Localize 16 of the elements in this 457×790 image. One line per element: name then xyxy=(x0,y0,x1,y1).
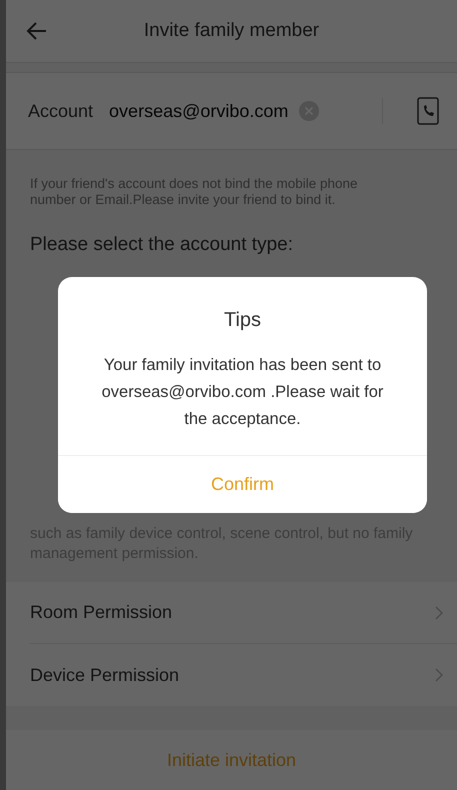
permission-label: Room Permission xyxy=(30,602,174,623)
permission-label: Device Permission xyxy=(30,664,180,686)
screen-title: Invite family member xyxy=(144,20,320,42)
dialog-message: Your family invitation has been sent to overseas@orvibo.com .Please wait for the acceptance. xyxy=(100,355,384,430)
account-input[interactable]: overseas@orvibo.com xyxy=(109,100,290,122)
back-arrow-icon[interactable] xyxy=(26,20,48,42)
confirm-button[interactable]: Confirm xyxy=(58,455,427,513)
permission-row[interactable]: Device Permission xyxy=(30,644,457,706)
initiate-invitation-button[interactable]: Initiate invitation xyxy=(6,730,457,790)
permission-row[interactable]: Room Permission xyxy=(30,582,457,644)
account-label: Account xyxy=(28,100,94,122)
chevron-right-icon xyxy=(435,668,443,682)
chevron-right-icon xyxy=(435,606,443,620)
account-type-prompt: Please select the account type: xyxy=(30,234,294,256)
dialog-title: Tips xyxy=(222,309,262,332)
contacts-book-icon[interactable] xyxy=(417,97,439,125)
